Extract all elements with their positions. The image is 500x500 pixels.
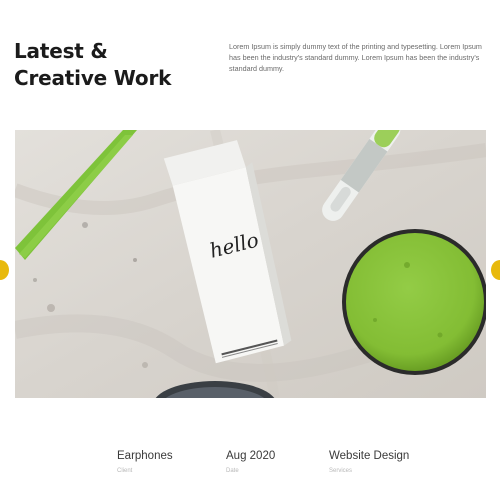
project-services-value: Website Design [329,450,410,462]
project-client-label: Client [117,468,133,474]
section-heading: Latest & Creative Work [14,38,204,92]
project-date-label: Date [226,468,239,474]
section-heading-line-2: Creative Work [14,66,172,90]
portfolio-image: hello [15,130,486,398]
project-services-label: Services [329,468,353,474]
portfolio-slider[interactable]: hello [15,130,486,398]
project-date-value: Aug 2020 [226,450,276,462]
project-client-value: Earphones [117,450,173,462]
section-heading-line-1: Latest & [14,39,108,63]
project-client: Earphones Client [117,450,173,474]
section-intro-text: Lorem Ipsum is simply dummy text of the … [229,42,482,73]
project-services: Website Design Services [329,450,409,474]
slider-prev-button[interactable] [0,260,9,280]
slider-next-button[interactable] [491,260,500,280]
project-date: Aug 2020 Date [226,450,275,474]
